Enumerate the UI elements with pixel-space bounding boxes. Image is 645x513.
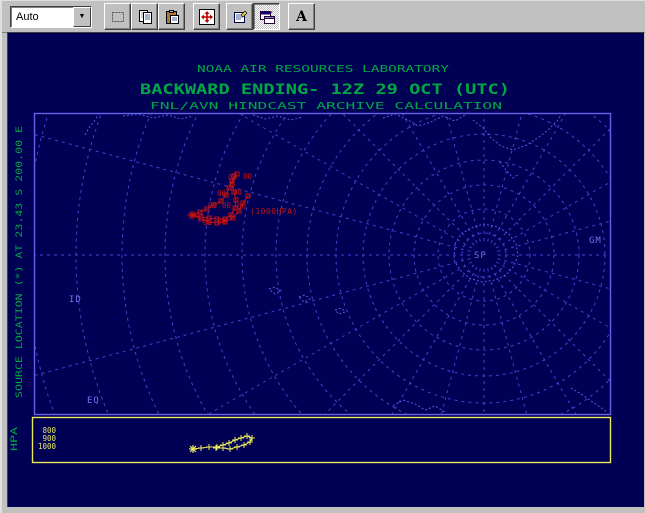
map-labels-layer: SP GM ID EQ [69, 236, 602, 406]
font-button[interactable]: A [288, 3, 315, 30]
altitude-profile-marker [206, 444, 212, 450]
plot-client-area: SP GM ID EQ 00 00 00 00 00 00 00 00 00 (1000HPA) NOA… [7, 32, 644, 507]
meridian-line [487, 268, 528, 415]
coastline [122, 113, 194, 120]
pressure-tick-label: 1000 [38, 442, 57, 451]
altitude-profile-marker [198, 445, 204, 451]
trajectory-time-label: 00 [208, 201, 218, 210]
coastline-layer [84, 113, 608, 413]
hpa-axis-label: HPA [10, 426, 20, 451]
viewer-window: Auto ▼ A SP GM ID EQ 00 00 00 00 00 00 0… [0, 0, 645, 513]
trajectory-time-label: 00 [228, 173, 238, 182]
map-label-eq: EQ [87, 396, 100, 406]
altitude-source-star [189, 445, 197, 453]
source-marker-star [187, 210, 197, 220]
map-label-id: ID [69, 295, 82, 305]
trajectory-time-label: 00 [237, 202, 247, 211]
altitude-profile-marker [234, 444, 240, 450]
copy-icon [138, 9, 152, 24]
coastline [499, 161, 520, 179]
marquee-icon [111, 11, 124, 22]
altitude-profile-marker [241, 442, 247, 448]
window-view-button[interactable] [253, 3, 280, 30]
coastline [382, 113, 466, 127]
altitude-profile-marker [214, 444, 220, 450]
combo-dropdown-button[interactable]: ▼ [73, 6, 91, 27]
altitude-profile-marker [232, 437, 238, 443]
altitude-profile-marker [227, 446, 233, 452]
trajectory-time-label: 00 [233, 188, 243, 197]
plot-title-line1: NOAA AIR RESOURCES LABORATORY [197, 64, 449, 75]
altitude-profile-marker [226, 440, 232, 446]
trajectory-time-label: 00 [222, 201, 232, 210]
trajectory-time-label: 00 [203, 218, 213, 227]
trajectory-time-label: 00 [243, 172, 253, 181]
trajectory-height-label: (1000HPA) [250, 207, 298, 216]
windows-icon [259, 10, 275, 24]
paste-icon [165, 9, 179, 24]
trajectory-time-label: 00 [217, 217, 227, 226]
plot-title-line3: FNL/AVN HINDCAST ARCHIVE CALCULATION [150, 101, 502, 112]
coastline [392, 399, 446, 413]
altitude-panel-frame [31, 416, 612, 464]
altitude-profile-marker [238, 435, 244, 441]
meridian-line [490, 266, 577, 415]
trajectory-plot: SPGMIDEQ 00 0000 0000 00 0000 00(1000HPA) NOA… [10, 64, 612, 464]
meridian-line [34, 258, 471, 376]
trajectory-time-label: 00 [217, 189, 227, 198]
meridian-line [497, 220, 611, 252]
coastline [570, 387, 608, 413]
meridian-line [493, 264, 611, 383]
meridian-line [490, 113, 567, 244]
four-arrows-icon [198, 8, 215, 25]
coastline [298, 294, 311, 303]
map-label-gm: GM [589, 236, 602, 246]
zoom-combo-value: Auto [16, 10, 39, 23]
paste-button[interactable] [158, 3, 185, 30]
meridian-line [440, 268, 481, 415]
altitude-profile-marker [213, 445, 219, 451]
plot-title-line2: BACKWARD ENDING- 12Z 29 OCT (UTC) [140, 82, 510, 98]
toolbar: Auto ▼ A [2, 1, 645, 33]
meridian-line [497, 258, 611, 290]
altitude-panel-layer: 8009001000 [38, 426, 255, 453]
select-region-button[interactable] [104, 3, 131, 30]
coastline [252, 114, 304, 121]
map-label-sp: SP [474, 251, 487, 261]
source-location-label: SOURCE LOCATION (*) AT 23.43 S 200.00 E [15, 126, 25, 398]
properties-button[interactable] [226, 3, 253, 30]
meridian-line [493, 127, 611, 246]
coastline [334, 307, 346, 315]
fit-to-window-button[interactable] [193, 3, 220, 30]
zoom-combo[interactable]: Auto ▼ [10, 5, 92, 28]
properties-icon [233, 10, 247, 23]
coastline [84, 113, 100, 136]
copy-button[interactable] [131, 3, 158, 30]
font-a-icon: A [296, 8, 307, 25]
